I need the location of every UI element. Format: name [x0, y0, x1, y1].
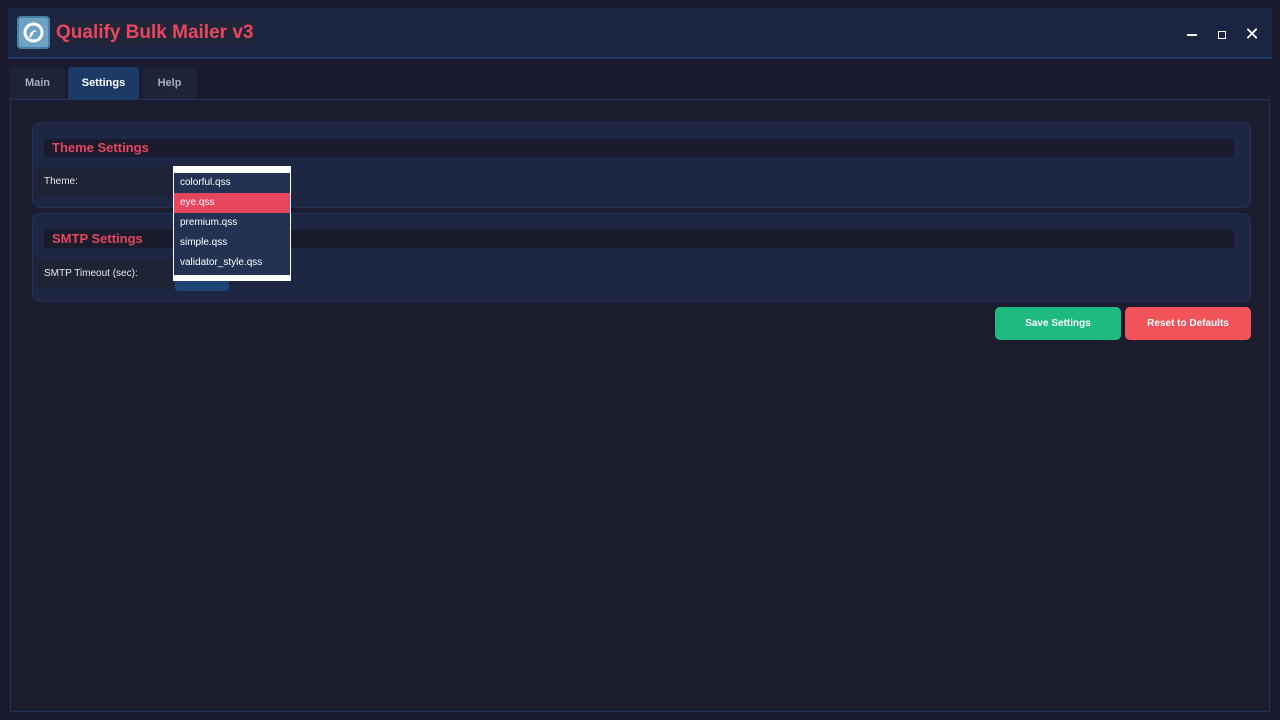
title-bar: Qualify Bulk Mailer v3 ✕: [8, 8, 1272, 59]
save-settings-button[interactable]: Save Settings: [995, 307, 1121, 340]
tab-help[interactable]: Help: [142, 67, 197, 100]
theme-dropdown-list: colorful.qss eye.qss premium.qss simple.…: [174, 173, 290, 275]
tab-settings[interactable]: Settings: [68, 67, 139, 100]
theme-label: Theme:: [34, 167, 174, 197]
theme-option-validator-style[interactable]: validator_style.qss: [174, 253, 290, 273]
theme-option-premium[interactable]: premium.qss: [174, 213, 290, 233]
app-title: Qualify Bulk Mailer v3: [54, 20, 256, 46]
maximize-icon[interactable]: [1210, 22, 1234, 46]
reset-defaults-button[interactable]: Reset to Defaults: [1125, 307, 1251, 340]
theme-settings-title: Theme Settings: [44, 139, 1234, 157]
close-icon[interactable]: ✕: [1240, 22, 1264, 46]
tab-main[interactable]: Main: [10, 67, 65, 100]
theme-option-eye[interactable]: eye.qss: [174, 193, 290, 213]
minimize-icon[interactable]: [1180, 22, 1204, 46]
theme-option-simple[interactable]: simple.qss: [174, 233, 290, 253]
theme-dropdown-popup[interactable]: colorful.qss eye.qss premium.qss simple.…: [173, 166, 291, 281]
smtp-timeout-label: SMTP Timeout (sec):: [34, 259, 174, 289]
app-logo-icon: [17, 16, 50, 49]
theme-option-colorful[interactable]: colorful.qss: [174, 173, 290, 193]
